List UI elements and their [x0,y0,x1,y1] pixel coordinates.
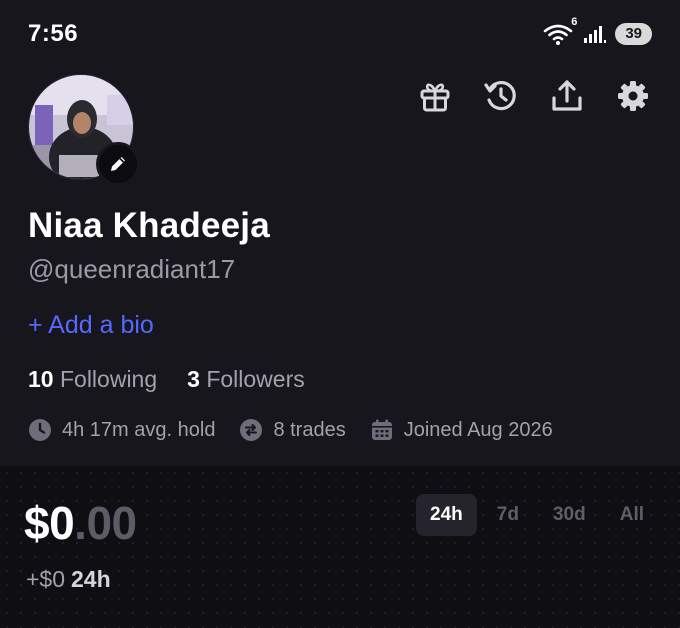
header-actions [416,76,652,116]
followers-link[interactable]: 3 Followers [187,366,305,393]
edit-avatar-button[interactable] [96,142,140,186]
portfolio-change: +$0 24h [26,566,111,593]
followers-label: Followers [206,366,305,392]
settings-icon [618,81,648,111]
following-link[interactable]: 10 Following [28,366,157,393]
settings-button[interactable] [614,76,652,116]
history-button[interactable] [482,76,520,116]
range-tabs: 24h 7d 30d All [416,494,658,536]
profile-name: Niaa Khadeeja [28,206,270,245]
calendar-icon [371,419,392,440]
share-button[interactable] [548,76,586,116]
trades-text: 8 trades [273,418,346,441]
trades-stat: 8 trades [239,418,346,442]
range-tab-all[interactable]: All [606,494,658,536]
battery-indicator: 39 [615,23,652,45]
avatar-container [28,74,140,186]
follow-stats: 10 Following 3 Followers [28,366,305,393]
range-tab-30d[interactable]: 30d [539,494,600,536]
network-generation-badge: 6 [571,16,578,28]
clock-icon [29,419,51,441]
pencil-icon [111,157,125,171]
joined-text: Joined Aug 2026 [403,418,553,441]
following-label: Following [59,366,158,392]
add-bio-link[interactable]: + Add a bio [28,311,154,340]
following-count: 10 [28,366,54,392]
share-icon [552,80,582,111]
balance-decimal: .00 [74,497,137,549]
avg-hold-text: 4h 17m avg. hold [62,418,216,441]
swap-icon [240,419,263,441]
joined-stat: Joined Aug 2026 [370,418,553,442]
portfolio-balance: $0.00 [24,496,137,550]
balance-whole: $0 [24,497,75,549]
range-tab-7d[interactable]: 7d [483,494,533,536]
gift-icon [420,83,450,112]
status-time: 7:56 [28,20,79,47]
avg-hold-stat: 4h 17m avg. hold [28,418,215,442]
history-icon [484,81,516,111]
profile-handle: @queenradiant17 [28,254,236,284]
status-bar: 7:56 6 39 [0,0,680,70]
gift-button[interactable] [416,76,454,116]
signal-icon [584,26,607,43]
portfolio-panel: $0.00 +$0 24h 24h 7d 30d All [0,466,680,628]
change-value: +$0 [26,566,66,592]
range-tab-24h[interactable]: 24h [416,494,477,536]
trading-stats: 4h 17m avg. hold 8 trades Joined Aug 202… [28,418,577,442]
wifi-icon: 6 [543,16,577,46]
status-icons: 6 39 [543,16,652,46]
change-period: 24h [71,566,111,592]
followers-count: 3 [187,366,200,392]
